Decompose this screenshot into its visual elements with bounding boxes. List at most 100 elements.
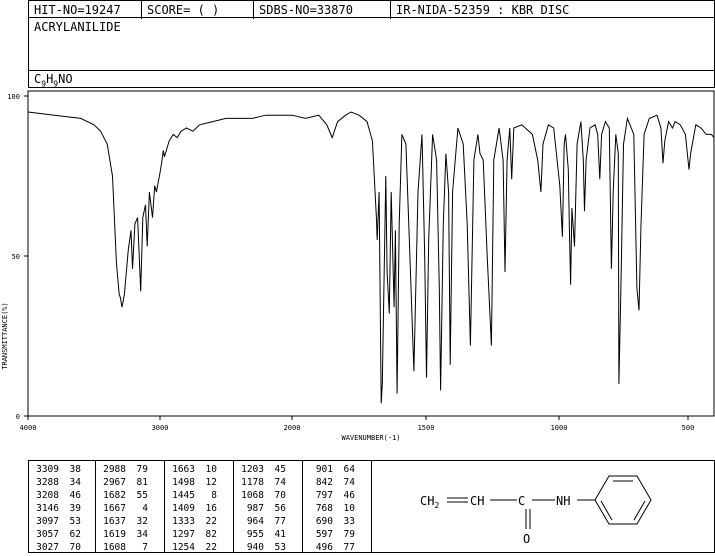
peak-column-4: 1203 45 1178 74 1068 70 987 56 964 77 955 41 940 53 — [234, 461, 303, 553]
peak-wavenumber: 797 — [315, 490, 333, 501]
peak-row: 3288 34 — [29, 476, 95, 489]
x-tick-label: 500 — [682, 424, 695, 432]
peak-transmittance: 22 — [205, 542, 217, 553]
peak-wavenumber: 1619 — [103, 529, 126, 540]
peak-transmittance: 77 — [343, 542, 355, 553]
peak-row: 496 77 — [303, 541, 371, 554]
structure-box: CH2 CH C O NH — [371, 460, 715, 553]
peak-table: 3309 38 3288 34 3208 46 3146 39 3097 53 3057 62 3027… — [28, 460, 372, 553]
peak-wavenumber: 3309 — [36, 464, 59, 475]
peak-wavenumber: 3057 — [36, 529, 59, 540]
peak-transmittance: 41 — [274, 529, 286, 540]
peak-transmittance: 56 — [274, 503, 286, 514]
y-tick-label: 0 — [16, 413, 20, 421]
peak-row: 842 74 — [303, 476, 371, 489]
spectrum-line — [27, 111, 715, 404]
peak-transmittance: 10 — [205, 464, 217, 475]
peak-wavenumber: 1297 — [172, 529, 195, 540]
peak-transmittance: 46 — [343, 490, 355, 501]
peak-transmittance: 82 — [205, 529, 217, 540]
y-ticks: 0 50 100 — [7, 93, 28, 421]
peak-row: 690 33 — [303, 515, 371, 528]
peak-wavenumber: 1203 — [241, 464, 264, 475]
peak-wavenumber: 1667 — [103, 503, 126, 514]
peak-row: 1498 12 — [165, 476, 233, 489]
peak-wavenumber: 940 — [246, 542, 264, 553]
peak-wavenumber: 2988 — [103, 464, 126, 475]
x-tick-label: 4000 — [20, 424, 37, 432]
peak-wavenumber: 1663 — [172, 464, 195, 475]
ch-group: CH — [470, 494, 484, 508]
peak-wavenumber: 901 — [315, 464, 333, 475]
peak-transmittance: 79 — [343, 529, 355, 540]
peak-wavenumber: 1637 — [103, 516, 126, 527]
peak-wavenumber: 1682 — [103, 490, 126, 501]
peak-wavenumber: 3097 — [36, 516, 59, 527]
peak-wavenumber: 1068 — [241, 490, 264, 501]
peak-row: 1409 16 — [165, 502, 233, 515]
peak-row: 3146 39 — [29, 502, 95, 515]
peak-column-1: 3309 38 3288 34 3208 46 3146 39 3097 53 3057 62 3027… — [29, 461, 96, 553]
benzene-ring — [594, 475, 652, 525]
peak-column-3: 1663 10 1498 12 1445 8 1409 16 1333 22 1297 82 1254 2… — [165, 461, 234, 553]
peak-wavenumber: 1254 — [172, 542, 195, 553]
peak-row: 987 56 — [234, 502, 302, 515]
peak-wavenumber: 964 — [246, 516, 264, 527]
x-tick-label: 3000 — [152, 424, 169, 432]
peak-transmittance: 38 — [69, 464, 81, 475]
peak-transmittance: 79 — [136, 464, 148, 475]
peak-wavenumber: 3208 — [36, 490, 59, 501]
peak-row: 2988 79 — [96, 463, 164, 476]
y-tick-label: 100 — [7, 93, 20, 101]
peak-wavenumber: 1333 — [172, 516, 195, 527]
peak-transmittance: 34 — [136, 529, 148, 540]
peak-wavenumber: 690 — [315, 516, 333, 527]
peak-wavenumber: 842 — [315, 477, 333, 488]
peak-transmittance: 77 — [274, 516, 286, 527]
peak-row: 1619 34 — [96, 528, 164, 541]
peak-row: 1445 8 — [165, 489, 233, 502]
peak-row: 3097 53 — [29, 515, 95, 528]
peak-transmittance: 32 — [136, 516, 148, 527]
peak-transmittance: 53 — [69, 516, 81, 527]
peak-wavenumber: 3146 — [36, 503, 59, 514]
y-tick-label: 50 — [12, 253, 20, 261]
peak-wavenumber: 1608 — [103, 542, 126, 553]
peak-row: 1637 32 — [96, 515, 164, 528]
peak-transmittance: 70 — [274, 490, 286, 501]
peak-wavenumber: 1445 — [172, 490, 195, 501]
peak-transmittance: 70 — [69, 542, 81, 553]
peak-row: 1178 74 — [234, 476, 302, 489]
peak-transmittance: 16 — [205, 503, 217, 514]
compound-name: ACRYLANILIDE — [34, 20, 121, 34]
peak-wavenumber: 955 — [246, 529, 264, 540]
peak-row: 955 41 — [234, 528, 302, 541]
peak-transmittance: 62 — [69, 529, 81, 540]
peak-row: 1663 10 — [165, 463, 233, 476]
y-axis-label: TRANSMITTANCE(%) — [1, 302, 9, 369]
peak-transmittance: 4 — [142, 503, 148, 514]
peak-transmittance: 81 — [136, 477, 148, 488]
peak-row: 3057 62 — [29, 528, 95, 541]
peak-transmittance: 53 — [274, 542, 286, 553]
peak-transmittance: 64 — [343, 464, 355, 475]
peak-row: 1297 82 — [165, 528, 233, 541]
peak-transmittance: 10 — [343, 503, 355, 514]
header-bar: HIT-NO=19247 SCORE= ( ) SDBS-NO=33870 IR… — [28, 0, 715, 19]
peak-transmittance: 33 — [343, 516, 355, 527]
peak-transmittance: 34 — [69, 477, 81, 488]
peak-transmittance: 74 — [343, 477, 355, 488]
peak-wavenumber: 496 — [315, 542, 333, 553]
peak-transmittance: 12 — [205, 477, 217, 488]
peak-row: 3208 46 — [29, 489, 95, 502]
peak-row: 901 64 — [303, 463, 371, 476]
peak-row: 2967 81 — [96, 476, 164, 489]
peak-transmittance: 55 — [136, 490, 148, 501]
peak-row: 3309 38 — [29, 463, 95, 476]
peak-row: 1333 22 — [165, 515, 233, 528]
peak-transmittance: 39 — [69, 503, 81, 514]
ch2-group: CH2 — [420, 494, 439, 510]
x-axis-label: WAVENUMBER(-1) — [341, 434, 400, 442]
peak-row: 597 79 — [303, 528, 371, 541]
peak-wavenumber: 768 — [315, 503, 333, 514]
